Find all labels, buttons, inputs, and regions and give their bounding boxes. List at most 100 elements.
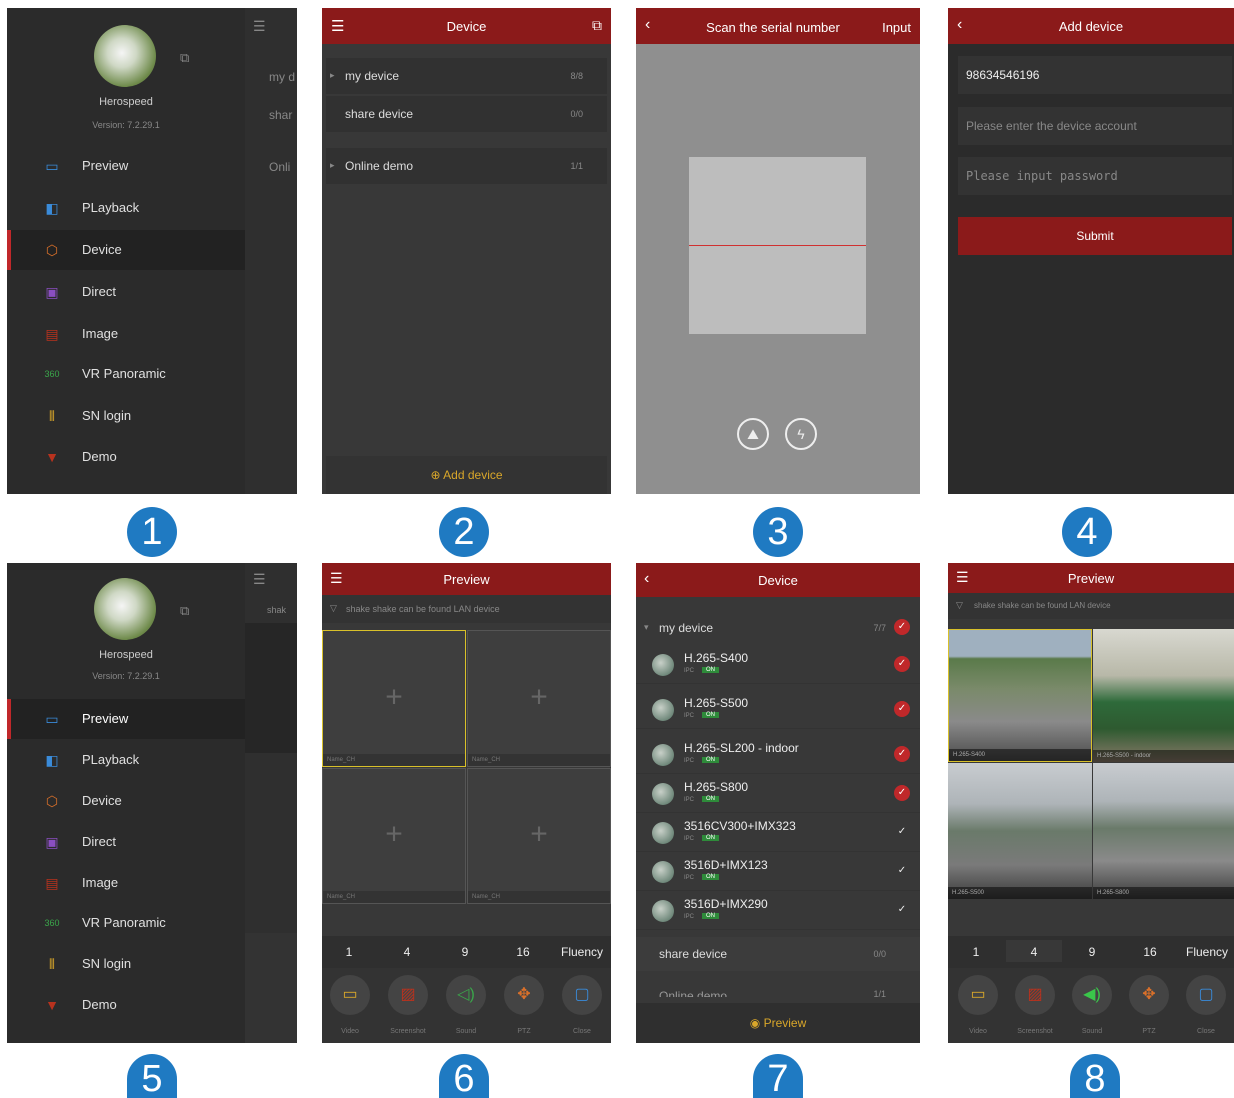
menu-item-playback[interactable]: ◧ PLayback [7, 188, 245, 228]
video-record-icon[interactable]: ▭ [958, 975, 998, 1015]
sound-icon[interactable]: ◁) [446, 975, 486, 1015]
password-field[interactable]: Please input password [958, 157, 1232, 195]
fluency-button[interactable]: Fluency [554, 945, 610, 959]
checkmark-icon[interactable]: ✓ [894, 701, 910, 717]
split-1-button[interactable]: 1 [948, 945, 1004, 959]
live-video-cell-1[interactable]: H.265-S400 [948, 629, 1092, 762]
checkmark-icon[interactable]: ✓ [894, 785, 910, 801]
video-cell-3[interactable]: + Name_CH [322, 768, 466, 904]
screenshot-icon[interactable]: ▨ [388, 975, 428, 1015]
app-name: Herospeed [99, 649, 153, 661]
check-all-icon[interactable]: ✓ [894, 619, 910, 635]
checkmark-icon[interactable]: ✓ [894, 902, 910, 918]
checkmark-icon[interactable]: ✓ [894, 746, 910, 762]
split-1-button[interactable]: 1 [322, 945, 376, 959]
checkmark-icon[interactable]: ✓ [894, 656, 910, 672]
share-icon[interactable]: ⧉ [180, 603, 189, 619]
device-row[interactable]: H.265-SL200 - indoor IPC ON ✓ [636, 735, 920, 774]
control-label: Sound [455, 1028, 477, 1035]
menu-item-device[interactable]: ⬡ Device [7, 230, 245, 270]
live-video-cell-4[interactable]: H.265-S800 [1093, 763, 1234, 899]
menu-item-direct[interactable]: ▣ Direct [7, 822, 245, 862]
group-row-online-demo[interactable]: Online demo 1/1 [636, 983, 920, 997]
menu-item-image[interactable]: ▤ Image [7, 863, 245, 903]
menu-item-demo[interactable]: ▼ Demo [7, 437, 245, 477]
avatar[interactable] [94, 578, 156, 640]
input-button[interactable]: Input [882, 20, 911, 35]
flash-icon[interactable]: ϟ [785, 418, 817, 450]
device-row[interactable]: H.265-S800 IPC ON ✓ [636, 774, 920, 813]
sound-on-icon[interactable]: ◀) [1072, 975, 1112, 1015]
device-row[interactable]: H.265-S400 IPC ON ✓ [636, 645, 920, 684]
video-cell-1[interactable]: + Name_CH [322, 630, 466, 767]
checkmark-icon[interactable]: ✓ [894, 824, 910, 840]
menu-item-preview[interactable]: ▭ Preview [7, 699, 245, 739]
group-row-my-device[interactable]: ▸ my device 8/8 [326, 58, 607, 94]
menu-item-device[interactable]: ⬡ Device [7, 781, 245, 821]
close-icon[interactable]: ▢ [562, 975, 602, 1015]
account-field[interactable]: Please enter the device account [958, 107, 1232, 145]
device-name: 3516D+IMX290 [684, 897, 768, 911]
video-record-icon[interactable]: ▭ [330, 975, 370, 1015]
expand-arrow-icon: ▸ [330, 70, 335, 80]
edit-icon[interactable]: ⧉ [592, 17, 602, 34]
share-icon[interactable]: ⧉ [180, 50, 189, 66]
submit-button[interactable]: Submit [958, 217, 1232, 255]
group-row-online-demo[interactable]: ▸ Online demo 1/1 [326, 148, 607, 184]
add-plus-icon: + [530, 679, 548, 713]
menu-item-demo[interactable]: ▼ Demo [7, 985, 245, 1025]
peek-text: my d [269, 70, 296, 84]
header-bar: ☰ Preview [948, 563, 1234, 593]
split-4-button[interactable]: 4 [1006, 940, 1062, 962]
device-row[interactable]: H.265-S500 IPC ON ✓ [636, 690, 920, 729]
menu-item-sn-login[interactable]: ⦀ SN login [7, 944, 245, 984]
image-icon: ▤ [45, 875, 59, 891]
avatar[interactable] [94, 25, 156, 87]
menu-item-direct[interactable]: ▣ Direct [7, 272, 245, 312]
group-row-my-device[interactable]: ▾ my device 7/7 ✓ [636, 613, 920, 643]
menu-item-vr-panoramic[interactable]: 360 VR Panoramic [7, 903, 245, 943]
ptz-icon[interactable]: ✥ [504, 975, 544, 1015]
device-thumbnail [652, 744, 674, 766]
add-device-button[interactable]: ⊕ Add device [326, 456, 607, 494]
gallery-icon[interactable]: ⛰ [737, 418, 769, 450]
checkmark-icon[interactable]: ✓ [894, 863, 910, 879]
control-label: Close [1197, 1028, 1215, 1035]
panel-preview-empty: ☰ Preview ▽ shake shake can be found LAN… [322, 563, 611, 1043]
group-count: 7/7 [873, 623, 886, 633]
playback-icon: ◧ [45, 200, 59, 216]
group-row-share-device[interactable]: share device 0/0 [326, 96, 607, 132]
split-16-button[interactable]: 16 [1122, 945, 1178, 959]
group-row-share-device[interactable]: share device 0/0 [636, 937, 920, 971]
device-row[interactable]: 3516CV300+IMX323 IPC ON ✓ [636, 813, 920, 852]
close-icon[interactable]: ▢ [1186, 975, 1226, 1015]
hint-text: shake shake can be found LAN device [974, 601, 1111, 610]
menu-item-sn-login[interactable]: ⦀ SN login [7, 396, 245, 436]
device-thumbnail [652, 861, 674, 883]
fluency-button[interactable]: Fluency [1180, 945, 1234, 959]
control-label: Video [969, 1028, 987, 1035]
serial-number-field[interactable]: 98634546196 [958, 56, 1232, 94]
live-video-cell-2[interactable]: H.265-S500 - indoor [1093, 629, 1234, 762]
screenshot-icon[interactable]: ▨ [1015, 975, 1055, 1015]
device-row[interactable]: 3516D+IMX123 IPC ON ✓ [636, 852, 920, 891]
split-16-button[interactable]: 16 [496, 945, 550, 959]
live-video-cell-3[interactable]: H.265-S500 [948, 763, 1092, 899]
split-9-button[interactable]: 9 [1064, 945, 1120, 959]
preview-button[interactable]: ◉ Preview [636, 1003, 920, 1043]
shake-icon: ▽ [956, 600, 963, 610]
menu-item-preview[interactable]: ▭ Preview [7, 146, 245, 186]
menu-item-image[interactable]: ▤ Image [7, 314, 245, 354]
device-row[interactable]: 3516D+IMX290 IPC ON ✓ [636, 891, 920, 930]
step-badge-1: 1 [127, 507, 177, 557]
peek-video-area [245, 623, 297, 753]
group-label: share device [345, 107, 414, 121]
split-4-button[interactable]: 4 [380, 945, 434, 959]
split-9-button[interactable]: 9 [438, 945, 492, 959]
video-cell-2[interactable]: + Name_CH [467, 630, 611, 767]
video-cell-4[interactable]: + Name_CH [467, 768, 611, 904]
device-type: IPC [684, 914, 695, 920]
menu-item-playback[interactable]: ◧ PLayback [7, 740, 245, 780]
menu-item-vr-panoramic[interactable]: 360 VR Panoramic [7, 354, 245, 394]
ptz-icon[interactable]: ✥ [1129, 975, 1169, 1015]
